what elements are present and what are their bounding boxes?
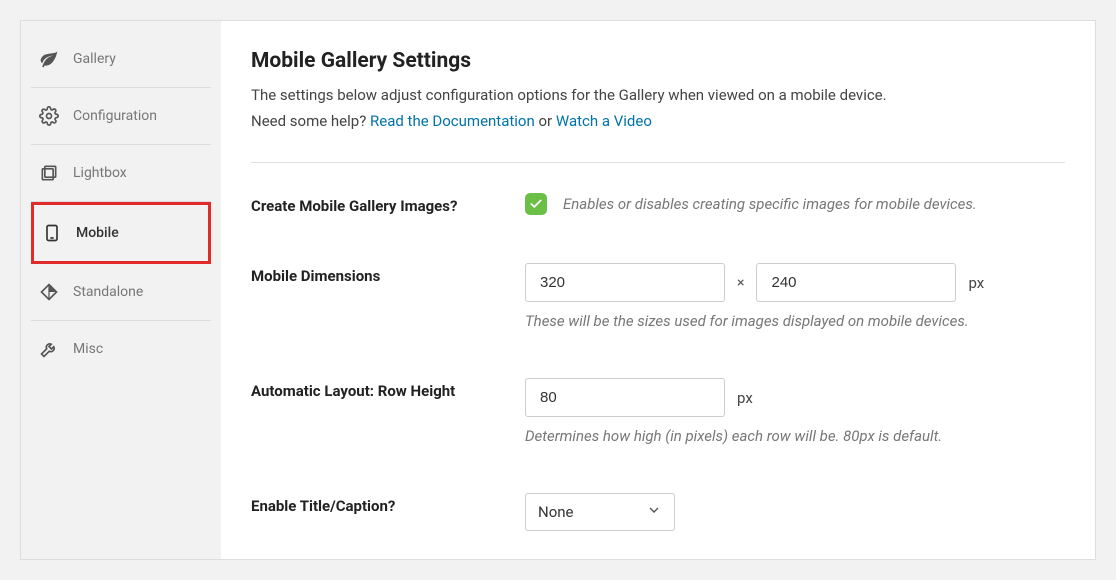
help-prefix: Need some help? [251, 112, 370, 130]
chevron-down-icon [646, 502, 662, 522]
sidebar-item-label: Configuration [73, 108, 157, 124]
sidebar-item-label: Lightbox [73, 165, 127, 181]
sidebar-item-mobile[interactable]: Mobile [31, 202, 211, 264]
gear-icon [39, 106, 59, 126]
sidebar-item-misc[interactable]: Misc [31, 321, 211, 377]
page-description: The settings below adjust configuration … [251, 83, 1065, 134]
desc-line: The settings below adjust configuration … [251, 86, 887, 104]
sidebar: Gallery Configuration Lightbox Mobile St [21, 21, 221, 559]
sidebar-item-label: Misc [73, 341, 103, 357]
sidebar-item-standalone[interactable]: Standalone [31, 264, 211, 321]
sidebar-item-label: Mobile [76, 225, 119, 241]
unit-text: px [968, 274, 984, 292]
sidebar-item-label: Standalone [73, 284, 143, 300]
sidebar-item-configuration[interactable]: Configuration [31, 88, 211, 145]
mobile-icon [42, 223, 62, 243]
hint-dimensions: These will be the sizes used for images … [525, 312, 1065, 330]
hint-row-height: Determines how high (in pixels) each row… [525, 427, 1065, 445]
select-title-caption[interactable]: None [525, 493, 675, 531]
field-create-images: Create Mobile Gallery Images? Enables or… [251, 193, 1065, 215]
page-title: Mobile Gallery Settings [251, 49, 1065, 73]
leaf-icon [39, 49, 59, 69]
divider [251, 162, 1065, 163]
check-icon [529, 197, 543, 211]
input-width[interactable] [525, 263, 725, 302]
sidebar-item-lightbox[interactable]: Lightbox [31, 145, 211, 202]
field-label: Create Mobile Gallery Images? [251, 193, 501, 215]
field-label: Mobile Dimensions [251, 263, 501, 285]
sidebar-item-label: Gallery [73, 51, 116, 67]
main-content: Mobile Gallery Settings The settings bel… [221, 21, 1095, 559]
field-label: Enable Title/Caption? [251, 493, 501, 515]
toggle-create-images[interactable] [525, 193, 547, 215]
field-dimensions: Mobile Dimensions × px These will be the… [251, 263, 1065, 330]
unit-text: px [737, 389, 753, 407]
wrench-icon [39, 339, 59, 359]
sidebar-item-gallery[interactable]: Gallery [31, 31, 211, 88]
docs-link[interactable]: Read the Documentation [370, 112, 535, 130]
field-label: Automatic Layout: Row Height [251, 378, 501, 400]
layers-icon [39, 163, 59, 183]
or-text: or [535, 112, 556, 130]
input-row-height[interactable] [525, 378, 725, 417]
field-title-caption: Enable Title/Caption? None [251, 493, 1065, 531]
select-value: None [538, 503, 574, 521]
diamond-icon [39, 282, 59, 302]
hint-create-images: Enables or disables creating specific im… [563, 195, 977, 213]
input-height[interactable] [756, 263, 956, 302]
settings-panel: Gallery Configuration Lightbox Mobile St [20, 20, 1096, 560]
times-symbol: × [737, 275, 744, 291]
field-row-height: Automatic Layout: Row Height px Determin… [251, 378, 1065, 445]
video-link[interactable]: Watch a Video [556, 112, 652, 130]
